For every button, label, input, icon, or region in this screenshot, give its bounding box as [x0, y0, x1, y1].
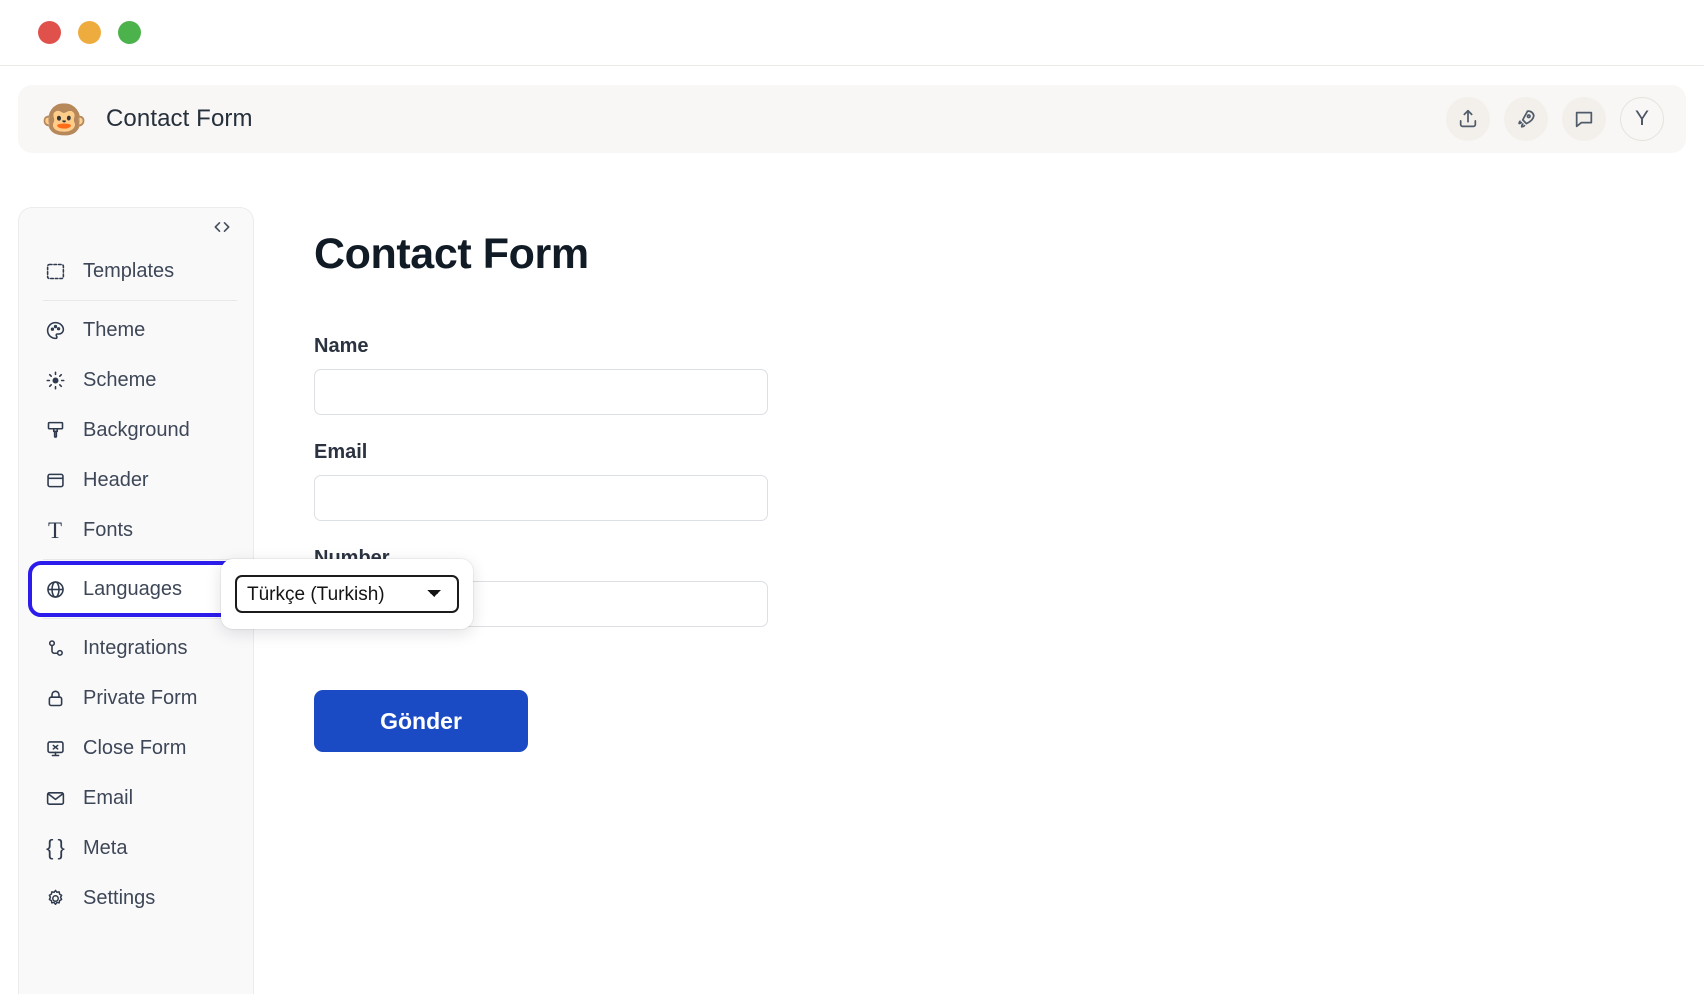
- sidebar-item-scheme[interactable]: Scheme: [31, 355, 241, 405]
- sidebar-divider: [43, 559, 237, 560]
- sidebar-item-label: Header: [83, 469, 149, 491]
- templates-icon: [43, 259, 67, 283]
- paintbrush-icon: [43, 418, 67, 442]
- monkey-logo-icon: 🐵: [40, 98, 88, 140]
- sidebar-divider: [43, 618, 237, 619]
- brand: 🐵 Contact Form: [40, 98, 253, 140]
- palette-icon: [43, 318, 67, 342]
- sidebar-item-label: Background: [83, 419, 190, 441]
- rocket-publish-icon: [1515, 108, 1537, 130]
- sidebar-item-label: Integrations: [83, 637, 188, 659]
- submit-button[interactable]: Gönder: [314, 690, 528, 752]
- header-actions: Y: [1446, 97, 1664, 141]
- sidebar-item-header[interactable]: Header: [31, 455, 241, 505]
- name-input[interactable]: [314, 369, 768, 415]
- sidebar-item-background[interactable]: Background: [31, 405, 241, 455]
- sidebar-item-label: Theme: [83, 319, 146, 341]
- braces-icon: { }: [46, 835, 65, 860]
- sidebar-item-fonts[interactable]: T Fonts: [31, 505, 241, 555]
- envelope-icon: [43, 786, 67, 810]
- lock-icon: [43, 686, 67, 710]
- sidebar-item-meta[interactable]: { } Meta: [31, 823, 241, 873]
- sidebar-item-label: Languages: [83, 578, 182, 600]
- code-view-toggle-button[interactable]: [209, 217, 235, 241]
- sidebar-item-label: Meta: [83, 837, 128, 859]
- sidebar-item-label: Close Form: [83, 737, 187, 759]
- comment-button[interactable]: [1562, 97, 1606, 141]
- sidebar-top-bar: [19, 212, 253, 246]
- close-form-icon: [43, 736, 67, 760]
- sidebar-item-label: Private Form: [83, 687, 198, 709]
- form-title: Contact Form: [314, 230, 589, 278]
- share-upload-icon: [1457, 108, 1479, 130]
- globe-icon: [43, 577, 67, 601]
- zoom-window-button[interactable]: [118, 21, 141, 44]
- rocket-publish-button[interactable]: [1504, 97, 1548, 141]
- fonts-t-icon: T: [47, 517, 63, 543]
- form-field-name: Name: [314, 335, 774, 415]
- traffic-lights: [38, 21, 141, 44]
- sidebar-item-theme[interactable]: Theme: [31, 305, 241, 355]
- scheme-sun-icon: [43, 368, 67, 392]
- sidebar-item-languages[interactable]: Languages: [28, 561, 244, 617]
- field-label: Email: [314, 441, 368, 463]
- gear-icon: [43, 886, 67, 910]
- window-chrome: [0, 0, 1704, 66]
- sidebar-item-label: Settings: [83, 887, 156, 909]
- page-title: Contact Form: [106, 105, 253, 132]
- sidebar-item-email[interactable]: Email: [31, 773, 241, 823]
- comment-icon: [1573, 108, 1595, 130]
- sidebar-item-integrations[interactable]: Integrations: [31, 623, 241, 673]
- share-upload-button[interactable]: [1446, 97, 1490, 141]
- minimize-window-button[interactable]: [78, 21, 101, 44]
- sidebar-item-label: Email: [83, 787, 134, 809]
- sidebar-item-settings[interactable]: Settings: [31, 873, 241, 923]
- field-label: Name: [314, 335, 369, 357]
- header-panel-icon: [43, 468, 67, 492]
- sidebar-item-close-form[interactable]: Close Form: [31, 723, 241, 773]
- form-field-email: Email: [314, 441, 774, 521]
- code-brackets-icon: [212, 217, 232, 242]
- contact-form: Name Email Number Gönder: [314, 335, 774, 752]
- sidebar: Templates Theme Scheme Background Header…: [18, 207, 254, 994]
- sidebar-item-templates[interactable]: Templates: [31, 246, 241, 296]
- avatar[interactable]: Y: [1620, 97, 1664, 141]
- language-popover: Türkçe (Turkish)EnglishDeutsch (German)F…: [221, 559, 473, 629]
- app-header: 🐵 Contact Form Y: [18, 85, 1686, 153]
- language-select[interactable]: Türkçe (Turkish)EnglishDeutsch (German)F…: [235, 575, 459, 613]
- integrations-icon: [43, 636, 67, 660]
- sidebar-divider: [43, 300, 237, 301]
- sidebar-item-label: Fonts: [83, 519, 134, 541]
- sidebar-nav: Templates Theme Scheme Background Header…: [19, 246, 253, 923]
- email-input[interactable]: [314, 475, 768, 521]
- sidebar-item-label: Templates: [83, 260, 175, 282]
- sidebar-item-label: Scheme: [83, 369, 157, 391]
- close-window-button[interactable]: [38, 21, 61, 44]
- sidebar-item-private-form[interactable]: Private Form: [31, 673, 241, 723]
